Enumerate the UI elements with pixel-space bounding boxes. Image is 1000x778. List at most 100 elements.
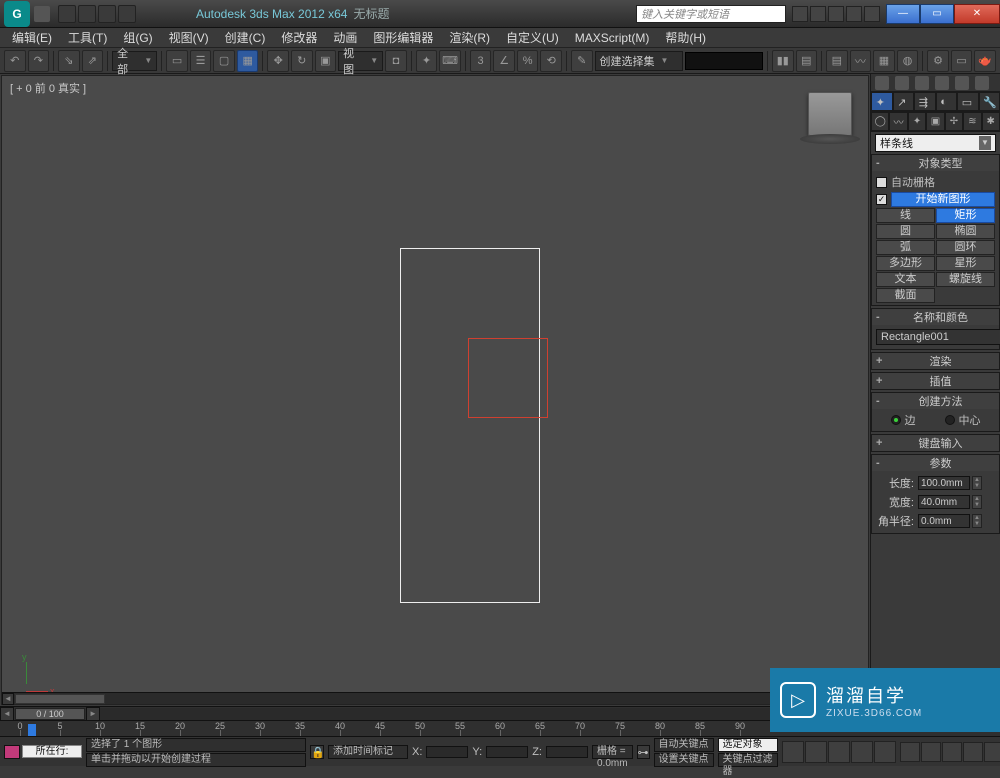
recent-files-dropdown[interactable] [34,6,50,22]
subcategory-combo[interactable]: 样条线▼ [875,134,996,152]
schematic-icon[interactable]: ▦ [873,50,895,72]
minimize-button[interactable]: — [886,4,920,24]
help-icon[interactable] [864,6,880,22]
menu-customize[interactable]: 自定义(U) [498,28,567,48]
status-row-button[interactable]: 所在行: [22,745,82,758]
lock-selection-icon[interactable]: 🔒 [310,745,324,759]
key-filters-button[interactable]: 关键点过滤器 [718,753,778,767]
menu-modifiers[interactable]: 修改器 [273,28,325,48]
key-selset-combo[interactable]: 选定对象 [718,738,778,752]
tab-create[interactable]: ✦ [871,92,893,111]
viewport-label[interactable]: [ + 0 前 0 真实 ] [10,80,86,96]
play-icon[interactable] [828,741,850,763]
btn-ngon[interactable]: 多边形 [876,256,935,271]
time-prev-icon[interactable]: ◄ [0,707,14,721]
favorites-icon[interactable] [846,6,862,22]
close-button[interactable]: ✕ [954,4,1000,24]
param-length-input[interactable]: 100.0mm [918,476,970,490]
percent-snap-icon[interactable]: % [517,50,539,72]
qat-undo-icon[interactable] [58,5,76,23]
edit-named-sel-icon[interactable]: ✎ [571,50,593,72]
tab-hierarchy[interactable]: ⇶ [914,92,936,111]
app-icon[interactable]: G [4,1,30,27]
btn-arc[interactable]: 弧 [876,240,935,255]
zoom-region-icon[interactable] [963,742,983,762]
autogrid-checkbox[interactable] [876,177,887,188]
coord-z-input[interactable] [546,746,588,758]
param-corner-spinner[interactable]: ▲▼ [972,514,982,528]
tab-utilities[interactable]: 🔧 [979,92,1000,111]
btn-rectangle[interactable]: 矩形 [936,208,995,223]
search-icon[interactable] [792,6,808,22]
spinner-snap-icon[interactable]: ⟲ [540,50,562,72]
menu-help[interactable]: 帮助(H) [657,28,714,48]
time-config-icon[interactable]: ⊶ [637,745,650,759]
rollout-header-keyboard-entry[interactable]: +键盘输入 [872,435,999,451]
btn-section[interactable]: 截面 [876,288,935,303]
unlink-icon[interactable]: ⇗ [82,50,104,72]
param-width-spinner[interactable]: ▲▼ [972,495,982,509]
time-key-marker[interactable] [28,724,36,736]
snap-toggle-icon[interactable]: 3 [470,50,492,72]
rollout-header-rendering[interactable]: +渲染 [872,353,999,369]
rollout-header-object-type[interactable]: -对象类型 [872,155,999,171]
keyboard-shortcut-icon[interactable]: ⌨ [439,50,461,72]
goto-start-icon[interactable] [782,741,804,763]
rotate-icon[interactable]: ↻ [291,50,313,72]
zoom-icon[interactable] [900,742,920,762]
scale-icon[interactable]: ▣ [315,50,337,72]
btn-text[interactable]: 文本 [876,272,935,287]
btn-line[interactable]: 线 [876,208,935,223]
radio-edge[interactable] [891,415,901,425]
menu-maxscript[interactable]: MAXScript(M) [567,28,658,48]
material-editor-icon[interactable]: ◍ [897,50,919,72]
cat-spacewarps[interactable]: ≋ [963,112,981,131]
menu-grapheditors[interactable]: 图形编辑器 [365,28,441,48]
next-frame-icon[interactable] [851,741,873,763]
rollout-header-name-color[interactable]: -名称和颜色 [872,309,999,325]
manipulate-icon[interactable]: ✦ [416,50,438,72]
angle-snap-icon[interactable]: ∠ [493,50,515,72]
zoom-extents-icon[interactable] [942,742,962,762]
exchange-icon[interactable] [828,6,844,22]
help-search-input[interactable]: 键入关键字或短语 [636,5,786,23]
tab-motion[interactable]: ◐ [936,92,958,111]
mirror-icon[interactable]: ▮▮ [772,50,794,72]
goto-end-icon[interactable] [874,741,896,763]
param-length-spinner[interactable]: ▲▼ [972,476,982,490]
maxscript-mini-listener-in[interactable] [4,745,20,759]
autokey-button[interactable]: 自动关键点 [654,738,714,752]
selection-filter-combo[interactable]: 全部▼ [112,51,157,71]
menu-rendering[interactable]: 渲染(R) [441,28,498,48]
viewcube-compass[interactable] [800,134,860,144]
subscription-icon[interactable] [810,6,826,22]
select-region-icon[interactable]: ▢ [213,50,235,72]
cp-gear-icon[interactable] [935,76,949,90]
rollout-header-parameters[interactable]: -参数 [872,455,999,471]
menu-tools[interactable]: 工具(T) [60,28,115,48]
refcoord-combo[interactable]: 视图▼ [338,51,383,71]
link-icon[interactable]: ⇘ [58,50,80,72]
pivot-icon[interactable]: ◘ [385,50,407,72]
named-selset-combo[interactable]: 创建选择集▼ [595,51,683,71]
cp-script-icon[interactable] [975,76,989,90]
rollout-header-creation-method[interactable]: -创建方法 [872,393,999,409]
viewport[interactable]: [ + 0 前 0 真实 ] y x ◄ ► [1,75,869,705]
zoom-all-icon[interactable] [921,742,941,762]
add-time-tag[interactable]: 添加时间标记 [328,745,408,759]
tab-modify[interactable]: ↗ [893,92,915,111]
named-selset-field[interactable] [685,52,763,70]
param-corner-input[interactable]: 0.0mm [918,514,970,528]
move-icon[interactable]: ✥ [267,50,289,72]
param-width-input[interactable]: 40.0mm [918,495,970,509]
qat-more-icon[interactable] [118,5,136,23]
viewcube[interactable] [808,92,852,136]
maximize-button[interactable]: ▭ [920,4,954,24]
scene-rectangle-active[interactable] [468,338,548,418]
cat-lights[interactable]: ✦ [908,112,926,131]
render-setup-icon[interactable]: ⚙ [927,50,949,72]
cp-light-icon[interactable] [875,76,889,90]
btn-donut[interactable]: 圆环 [936,240,995,255]
pan-icon[interactable] [984,742,1000,762]
setkey-button[interactable]: 设置关键点 [654,753,714,767]
